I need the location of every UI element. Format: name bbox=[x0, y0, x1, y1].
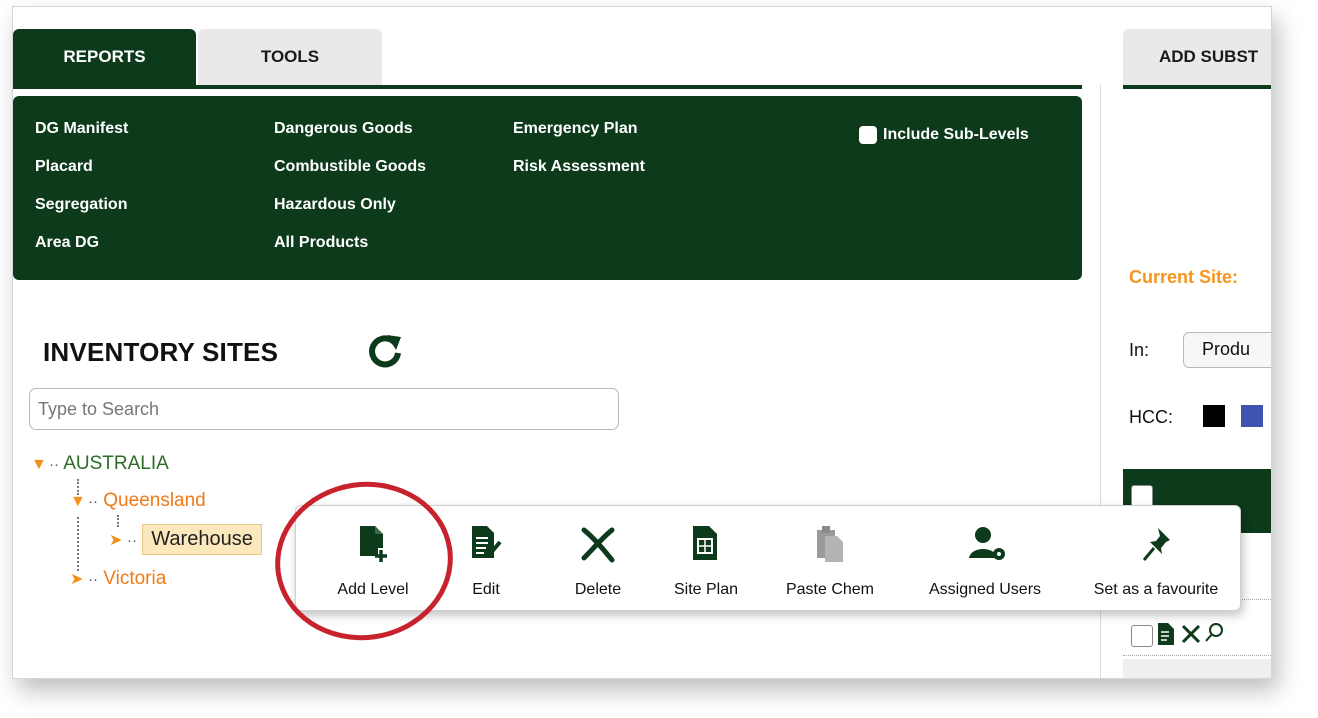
user-settings-icon bbox=[969, 527, 1005, 560]
add-level-icon bbox=[360, 526, 387, 562]
tree-node-victoria[interactable]: ➤ ·· Victoria bbox=[70, 568, 166, 590]
row-divider bbox=[1123, 655, 1271, 656]
menu-edit[interactable]: Edit bbox=[446, 506, 526, 610]
tree-label: AUSTRALIA bbox=[63, 453, 169, 474]
menu-label: Site Plan bbox=[673, 581, 739, 598]
menu-site-plan[interactable]: Site Plan bbox=[656, 506, 756, 610]
pin-icon bbox=[1142, 528, 1170, 561]
menu-label: Paste Chem bbox=[785, 581, 875, 598]
inventory-sites-title: INVENTORY SITES bbox=[43, 337, 279, 367]
menu-assigned-users[interactable]: Assigned Users bbox=[910, 506, 1060, 610]
chevron-down-icon[interactable]: ▼ bbox=[70, 493, 88, 511]
delete-icon[interactable] bbox=[1180, 623, 1202, 645]
report-segregation[interactable]: Segregation bbox=[35, 196, 127, 214]
tree-label: Queensland bbox=[103, 490, 206, 511]
report-dangerous-goods[interactable]: Dangerous Goods bbox=[274, 120, 413, 138]
menu-label: Edit bbox=[472, 581, 500, 598]
search-input[interactable] bbox=[29, 388, 619, 430]
tab-tools[interactable]: TOOLS bbox=[198, 29, 382, 85]
menu-label: Delete bbox=[574, 581, 622, 598]
hcc-swatch-blue[interactable] bbox=[1241, 405, 1263, 427]
tab-add-substance[interactable]: ADD SUBST bbox=[1123, 29, 1271, 85]
menu-label: Assigned Users bbox=[928, 581, 1042, 598]
edit-icon bbox=[472, 526, 502, 558]
chevron-right-icon[interactable]: ➤ bbox=[109, 530, 127, 550]
app-window: REPORTS TOOLS DG Manifest Placard Segreg… bbox=[12, 6, 1272, 679]
report-combustible-goods[interactable]: Combustible Goods bbox=[274, 158, 426, 176]
chevron-down-icon[interactable]: ▼ bbox=[31, 456, 49, 474]
menu-paste-chem[interactable]: Paste Chem bbox=[774, 506, 886, 610]
tab-underline bbox=[13, 85, 1082, 89]
delete-icon bbox=[581, 527, 615, 563]
report-all-products[interactable]: All Products bbox=[274, 234, 368, 252]
report-placard[interactable]: Placard bbox=[35, 158, 93, 176]
report-hazardous-only[interactable]: Hazardous Only bbox=[274, 196, 396, 214]
tree-label-selected[interactable]: Warehouse bbox=[142, 524, 262, 555]
report-area-dg[interactable]: Area DG bbox=[35, 234, 99, 252]
paste-icon bbox=[817, 526, 843, 562]
menu-delete[interactable]: Delete bbox=[553, 506, 643, 610]
include-sublevels-toggle[interactable]: Include Sub-Levels bbox=[859, 126, 1029, 144]
in-select[interactable]: Produ bbox=[1183, 332, 1271, 368]
context-menu: Add Level Edit Delete Site Plan Paste Ch… bbox=[295, 505, 1241, 611]
table-footer bbox=[1123, 659, 1271, 678]
magnifier-icon[interactable] bbox=[1203, 621, 1225, 645]
menu-add-level[interactable]: Add Level bbox=[318, 506, 428, 610]
in-label: In: bbox=[1129, 340, 1150, 360]
menu-label: Set as a favourite bbox=[1093, 581, 1219, 598]
tree-node-warehouse[interactable]: ➤ ·· Warehouse bbox=[109, 524, 262, 555]
row-checkbox[interactable] bbox=[1131, 625, 1153, 647]
tree-label: Victoria bbox=[103, 568, 167, 589]
include-sublevels-label: Include Sub-Levels bbox=[883, 126, 1029, 143]
refresh-icon[interactable] bbox=[365, 331, 405, 371]
site-plan-icon bbox=[693, 526, 717, 560]
menu-set-favourite[interactable]: Set as a favourite bbox=[1078, 506, 1234, 610]
report-dg-manifest[interactable]: DG Manifest bbox=[35, 120, 128, 138]
edit-icon[interactable] bbox=[1156, 621, 1178, 647]
report-risk-assessment[interactable]: Risk Assessment bbox=[513, 158, 645, 176]
current-site-label: Current Site: bbox=[1129, 267, 1239, 287]
menu-label: Add Level bbox=[337, 581, 409, 598]
tree-node-queensland[interactable]: ▼ ·· Queensland bbox=[70, 490, 206, 512]
tree-connector bbox=[77, 517, 79, 571]
hcc-swatch-black[interactable] bbox=[1203, 405, 1225, 427]
select-all-checkbox[interactable] bbox=[1131, 485, 1153, 507]
hcc-label: HCC: bbox=[1129, 407, 1173, 427]
reports-panel: DG Manifest Placard Segregation Area DG … bbox=[13, 96, 1082, 280]
tree-node-australia[interactable]: ▼ ·· AUSTRALIA bbox=[31, 453, 169, 475]
include-sublevels-checkbox[interactable] bbox=[859, 126, 877, 144]
tab-reports[interactable]: REPORTS bbox=[13, 29, 196, 85]
chevron-right-icon[interactable]: ➤ bbox=[70, 569, 88, 589]
report-emergency-plan[interactable]: Emergency Plan bbox=[513, 120, 638, 138]
right-tab-underline bbox=[1123, 85, 1271, 89]
